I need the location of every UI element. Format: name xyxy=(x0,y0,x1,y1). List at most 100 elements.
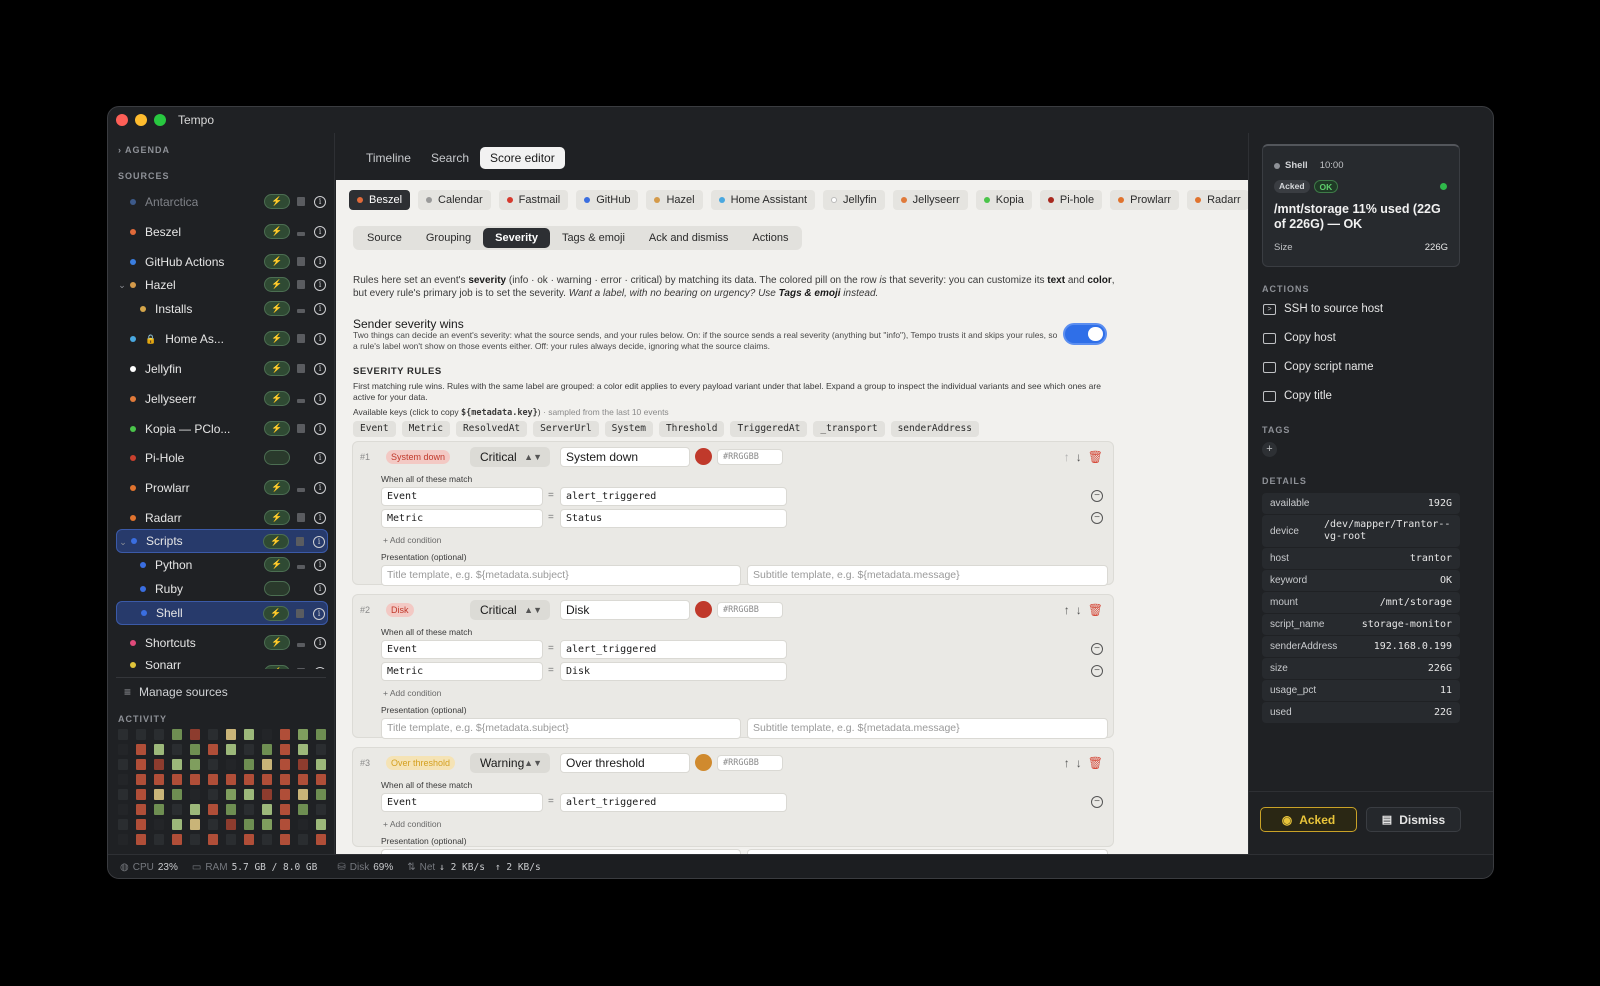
source-chip-pi-hole[interactable]: Pi-hole xyxy=(1039,190,1103,210)
remove-condition-icon[interactable]: − xyxy=(1091,512,1103,524)
move-down-icon[interactable]: ↓ xyxy=(1076,756,1082,770)
live-toggle[interactable] xyxy=(264,450,290,465)
condition-value-input[interactable]: alert_triggered xyxy=(560,640,787,659)
action-copy-script-name[interactable]: Copy script name xyxy=(1263,361,1373,373)
sidebar-item-python[interactable]: Python ⚡ i xyxy=(116,553,328,577)
live-toggle[interactable]: ⚡ xyxy=(264,194,290,209)
info-icon[interactable]: i xyxy=(314,636,326,649)
move-down-icon[interactable]: ↓ xyxy=(1076,450,1082,464)
sidebar-item-shortcuts[interactable]: Shortcuts ⚡ i xyxy=(116,631,328,655)
subtab-severity[interactable]: Severity xyxy=(483,228,550,248)
live-toggle[interactable]: ⚡ xyxy=(264,254,290,269)
condition-value-input[interactable]: alert_triggered xyxy=(560,487,787,506)
tab-timeline[interactable]: Timeline xyxy=(356,147,421,169)
info-icon[interactable]: i xyxy=(314,481,326,494)
severity-select[interactable]: Warning ▲▼ xyxy=(470,753,550,773)
agenda-section[interactable]: › AGENDA xyxy=(118,145,170,155)
source-chip-github[interactable]: GitHub xyxy=(576,190,639,210)
live-toggle[interactable]: ⚡ xyxy=(264,510,290,525)
trash-icon[interactable]: 🗑 xyxy=(1088,756,1103,770)
info-icon[interactable]: i xyxy=(314,422,326,435)
condition-key-input[interactable]: Event xyxy=(381,640,543,659)
title-template-input[interactable]: Title template, e.g. ${metadata.subject} xyxy=(381,565,741,586)
sidebar-item-sonarr[interactable]: Sonarr ⚡ i xyxy=(116,661,328,669)
dismiss-button[interactable]: ▤ Dismiss xyxy=(1366,807,1461,832)
sidebar-item-beszel[interactable]: Beszel ⚡ i xyxy=(116,220,328,244)
info-icon[interactable]: i xyxy=(313,535,325,548)
source-chip-jellyseerr[interactable]: Jellyseerr xyxy=(892,190,968,210)
condition-key-input[interactable]: Event xyxy=(381,793,543,812)
info-icon[interactable]: i xyxy=(314,255,326,268)
info-icon[interactable]: i xyxy=(314,225,326,238)
action-copy-title[interactable]: Copy title xyxy=(1263,390,1332,402)
sidebar-item-installs[interactable]: Installs ⚡ i xyxy=(116,297,328,321)
subtab-actions[interactable]: Actions xyxy=(740,228,800,248)
source-chip-hazel[interactable]: Hazel xyxy=(646,190,703,210)
severity-select[interactable]: Critical ▲▼ xyxy=(470,447,550,467)
live-toggle[interactable] xyxy=(264,581,290,596)
sidebar-item-scripts[interactable]: ⌄ Scripts ⚡ i xyxy=(116,529,328,553)
metadata-key-chip[interactable]: Metric xyxy=(401,421,450,437)
info-icon[interactable]: i xyxy=(314,362,326,375)
add-tag-button[interactable]: + xyxy=(1262,442,1277,457)
add-condition-button[interactable]: + Add condition xyxy=(383,688,441,698)
live-toggle[interactable]: ⚡ xyxy=(264,557,290,572)
subtab-source[interactable]: Source xyxy=(355,228,414,248)
source-chip-kopia[interactable]: Kopia xyxy=(975,190,1032,210)
live-toggle[interactable]: ⚡ xyxy=(264,301,290,316)
info-icon[interactable]: i xyxy=(313,607,325,620)
live-toggle[interactable]: ⚡ xyxy=(264,391,290,406)
metadata-key-chip[interactable]: senderAddress xyxy=(890,421,979,437)
sidebar-item-home-as[interactable]: 🔒 Home As... ⚡ i xyxy=(116,327,328,351)
sidebar-item-jellyfin[interactable]: Jellyfin ⚡ i xyxy=(116,357,328,381)
info-icon[interactable]: i xyxy=(314,511,326,524)
source-chip-fastmail[interactable]: Fastmail xyxy=(498,190,569,210)
chevron-down-icon[interactable]: ⌄ xyxy=(116,273,128,297)
condition-value-input[interactable]: Status xyxy=(560,509,787,528)
source-chip-home-assistant[interactable]: Home Assistant xyxy=(710,190,816,210)
live-toggle[interactable]: ⚡ xyxy=(264,224,290,239)
sidebar-item-ruby[interactable]: Ruby i xyxy=(116,577,328,601)
live-toggle[interactable]: ⚡ xyxy=(264,361,290,376)
remove-condition-icon[interactable]: − xyxy=(1091,490,1103,502)
subtitle-template-input[interactable]: Subtitle template, e.g. ${metadata.messa… xyxy=(747,565,1108,586)
sidebar-item-shell[interactable]: Shell ⚡ i xyxy=(116,601,328,625)
sidebar-item-antarctica[interactable]: Antarctica ⚡ i xyxy=(116,190,328,214)
severity-select[interactable]: Critical ▲▼ xyxy=(470,600,550,620)
chevron-down-icon[interactable]: ⌄ xyxy=(117,530,129,554)
trash-icon[interactable]: 🗑 xyxy=(1088,603,1103,617)
sidebar-item-jellyseerr[interactable]: Jellyseerr ⚡ i xyxy=(116,387,328,411)
rule-label-input[interactable]: Over threshold xyxy=(560,753,690,773)
metadata-key-chip[interactable]: _transport xyxy=(813,421,885,437)
color-swatch[interactable] xyxy=(695,448,712,465)
remove-condition-icon[interactable]: − xyxy=(1091,643,1103,655)
info-icon[interactable]: i xyxy=(314,392,326,405)
trash-icon[interactable]: 🗑 xyxy=(1088,450,1103,464)
tab-score-editor[interactable]: Score editor xyxy=(480,147,565,169)
tab-search[interactable]: Search xyxy=(421,147,479,169)
metadata-key-chip[interactable]: System xyxy=(604,421,653,437)
source-chip-radarr[interactable]: Radarr xyxy=(1187,190,1248,210)
metadata-key-chip[interactable]: ResolvedAt xyxy=(455,421,528,437)
live-toggle[interactable]: ⚡ xyxy=(264,635,290,650)
sidebar-item-prowlarr[interactable]: Prowlarr ⚡ i xyxy=(116,476,328,500)
source-chip-beszel[interactable]: Beszel xyxy=(349,190,411,210)
sidebar-item-radarr[interactable]: Radarr ⚡ i xyxy=(116,506,328,530)
condition-key-input[interactable]: Metric xyxy=(381,509,543,528)
color-swatch[interactable] xyxy=(695,601,712,618)
live-toggle[interactable]: ⚡ xyxy=(264,665,290,669)
add-condition-button[interactable]: + Add condition xyxy=(383,819,441,829)
condition-value-input[interactable]: Disk xyxy=(560,662,787,681)
add-condition-button[interactable]: + Add condition xyxy=(383,535,441,545)
sidebar-item-hazel[interactable]: ⌄ Hazel ⚡ i xyxy=(116,273,328,297)
hex-color-input[interactable]: #RRGGBB xyxy=(717,602,783,618)
title-template-input[interactable]: Title template, e.g. ${metadata.subject} xyxy=(381,718,741,739)
live-toggle[interactable]: ⚡ xyxy=(264,331,290,346)
subtitle-template-input[interactable]: Subtitle template, e.g. ${metadata.messa… xyxy=(747,718,1108,739)
hex-color-input[interactable]: #RRGGBB xyxy=(717,449,783,465)
acked-button[interactable]: ◉ Acked xyxy=(1260,807,1357,832)
info-icon[interactable]: i xyxy=(314,302,326,315)
color-swatch[interactable] xyxy=(695,754,712,771)
info-icon[interactable]: i xyxy=(314,332,326,345)
info-icon[interactable]: i xyxy=(314,558,326,571)
